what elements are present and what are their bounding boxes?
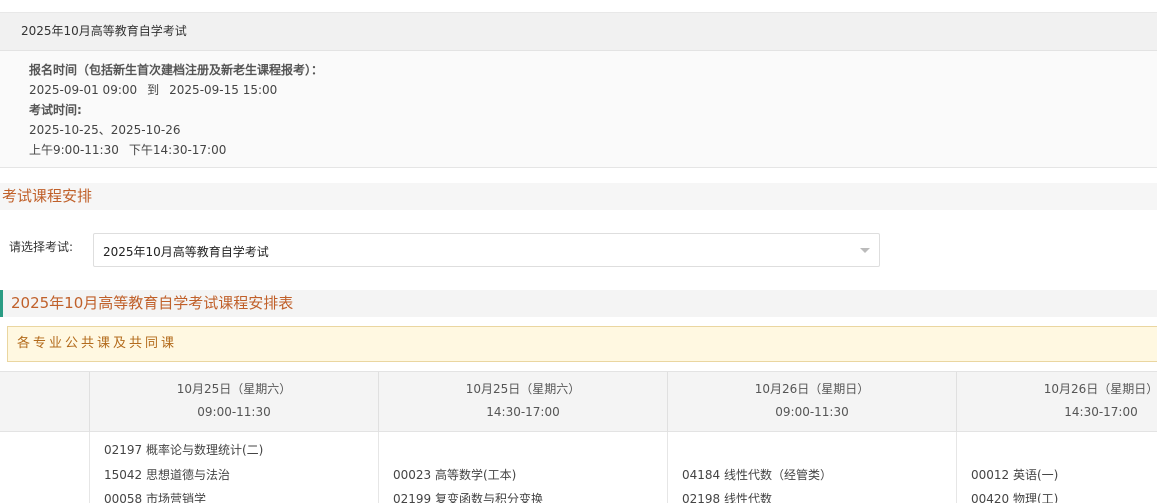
column-date: 10月25日（星期六）: [176, 382, 292, 396]
column-time: 14:30-17:00: [486, 405, 560, 419]
column-date: 10月26日（星期日）: [1043, 382, 1157, 396]
schedule-body: 02197 概率论与数理统计(二) 15042 思想道德与法治 00058 市场…: [0, 432, 1157, 503]
column-date: 10月25日（星期六）: [465, 382, 581, 396]
course-cell: 02197 概率论与数理统计(二) 15042 思想道德与法治 00058 市场…: [89, 432, 378, 503]
registration-period: 2025-09-01 09:00 到 2025-09-15 15:00: [29, 80, 1157, 100]
section-title: 考试课程安排: [0, 183, 1157, 210]
chevron-down-icon[interactable]: [860, 248, 870, 253]
morning-session: 上午9:00-11:30: [29, 143, 119, 157]
public-courses-notice: 各专业公共课及共同课: [7, 326, 1157, 362]
exam-sessions: 上午9:00-11:30 下午14:30-17:00: [29, 140, 1157, 160]
column-header: 10月25日（星期六） 14:30-17:00: [378, 372, 667, 432]
column-date: 10月26日（星期日）: [754, 382, 870, 396]
exam-select-label: 请选择考试:: [9, 240, 74, 254]
course-item: 00420 物理(工): [971, 492, 1059, 503]
exam-select-value: 2025年10月高等教育自学考试: [103, 245, 269, 259]
registration-to: 到: [147, 83, 160, 97]
course-item: 02198 线性代数: [682, 492, 772, 503]
column-header: 10月25日（星期六） 09:00-11:30: [89, 372, 378, 432]
course-item: 00058 市场营销学: [104, 492, 206, 503]
course-item: 00023 高等数学(工本): [393, 468, 517, 482]
registration-start: 2025-09-01 09:00: [29, 83, 138, 97]
registration-label: 报名时间（包括新生首次建档注册及新老生课程报考）：: [29, 63, 324, 77]
schedule-header: 10月25日（星期六） 09:00-11:30 10月25日（星期六） 14:3…: [0, 371, 1157, 432]
course-cell: 00023 高等数学(工本) 02199 复变函数与积分变换: [378, 432, 667, 503]
column-time: 09:00-11:30: [775, 405, 849, 419]
column-header: 10月26日（星期日） 09:00-11:30: [667, 372, 956, 432]
course-item: 02199 复变函数与积分变换: [393, 492, 543, 503]
course-item: 02197 概率论与数理统计(二): [104, 443, 264, 457]
registration-end: 2025-09-15 15:00: [169, 83, 278, 97]
course-cell: 04184 线性代数（经管类） 02198 线性代数: [667, 432, 956, 503]
exam-info-body: 报名时间（包括新生首次建档注册及新老生课程报考）： 2025-09-01 09:…: [0, 51, 1157, 160]
column-time: 09:00-11:30: [197, 405, 271, 419]
exam-dates: 2025-10-25、2025-10-26: [29, 123, 181, 137]
course-item: 15042 思想道德与法治: [104, 468, 230, 482]
schedule-table: 10月25日（星期六） 09:00-11:30 10月25日（星期六） 14:3…: [0, 371, 1157, 503]
exam-select[interactable]: 2025年10月高等教育自学考试: [93, 233, 880, 267]
column-time: 14:30-17:00: [1064, 405, 1138, 419]
schedule-table-title: 2025年10月高等教育自学考试课程安排表: [0, 290, 1157, 317]
exam-time-label: 考试时间:: [29, 103, 82, 117]
exam-info-card: 2025年10月高等教育自学考试 报名时间（包括新生首次建档注册及新老生课程报考…: [0, 12, 1157, 168]
course-cell: 00012 英语(一) 00420 物理(工): [956, 432, 1157, 503]
afternoon-session: 下午14:30-17:00: [128, 143, 227, 157]
course-item: 04184 线性代数（经管类）: [682, 468, 832, 482]
exam-select-row: 请选择考试: 2025年10月高等教育自学考试: [0, 210, 1157, 290]
column-header: 10月26日（星期日） 14:30-17:00: [956, 372, 1157, 432]
exam-info-title: 2025年10月高等教育自学考试: [0, 13, 1157, 51]
course-item: 00012 英语(一): [971, 468, 1059, 482]
